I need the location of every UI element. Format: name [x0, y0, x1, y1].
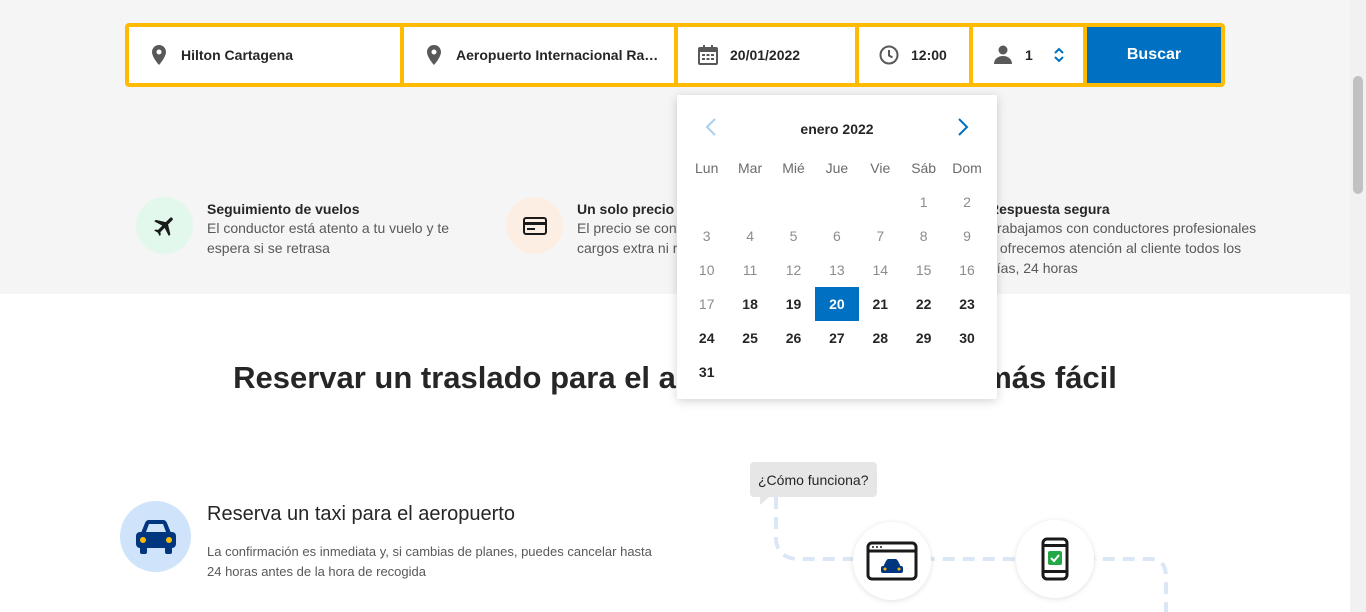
calendar-day[interactable]: 23 [945, 287, 988, 321]
time-value: 12:00 [911, 47, 947, 63]
calendar-empty-cell [772, 185, 815, 219]
calendar-day: 6 [832, 228, 841, 244]
weekday-header: Mar [738, 160, 763, 176]
plane-icon [136, 197, 193, 254]
booking-website-icon [853, 522, 931, 600]
clock-icon [879, 45, 899, 65]
scrollbar-thumb[interactable] [1353, 76, 1363, 194]
dropoff-location-value: Aeropuerto Internacional Rafael Núñez [456, 47, 662, 63]
date-field[interactable]: 20/01/2022 [678, 27, 855, 83]
date-picker-calendar: enero 2022 Lun Mar Mié Jue Vie Sáb Dom 1 2 3 4 5 6 7 8… [677, 95, 997, 399]
calendar-day: 16 [959, 262, 975, 278]
calendar-day: 9 [963, 228, 971, 244]
feature-description: Trabajamos con conductores profesionales… [989, 220, 1257, 276]
map-pin-icon [149, 45, 169, 65]
taxi-section-description: La confirmación es inmediata y, si cambi… [207, 544, 652, 579]
calendar-day: 14 [872, 262, 889, 278]
calendar-day[interactable]: 21 [859, 287, 902, 321]
calendar-day: 2 [963, 194, 971, 210]
calendar-day: 1 [919, 194, 928, 210]
calendar-empty-cell [728, 185, 771, 219]
dashed-path [774, 497, 1168, 612]
date-value: 20/01/2022 [730, 47, 801, 63]
feature-title: Seguimiento de vuelos [207, 201, 360, 217]
time-field[interactable]: 12:00 [859, 27, 969, 83]
weekday-header: Jue [825, 160, 849, 176]
taxi-icon [120, 501, 191, 572]
calendar-month-label: enero 2022 [800, 121, 874, 137]
calendar-day: 10 [698, 262, 715, 278]
calendar-day[interactable]: 31 [685, 355, 728, 389]
calendar-day: 5 [789, 228, 798, 244]
calendar-day: 3 [702, 228, 711, 244]
passengers-field[interactable]: 1 [973, 27, 1083, 83]
calendar-day: 4 [746, 228, 754, 244]
weekday-header: Dom [952, 160, 982, 176]
pickup-location-field[interactable]: Hilton Cartagena [129, 27, 400, 83]
person-icon [993, 45, 1013, 65]
calendar-day: 13 [829, 262, 845, 278]
next-month-button[interactable] [951, 115, 975, 139]
chevron-right-icon [958, 118, 969, 136]
page-heading: Reservar un traslado para el aeropuerto … [233, 360, 1117, 395]
how-it-works-bubble: ¿Cómo funciona? [750, 462, 877, 505]
dropoff-location-field[interactable]: Aeropuerto Internacional Rafael Núñez [404, 27, 674, 83]
feature-description: El conductor está atento a tu vuelo y te… [207, 220, 450, 256]
calendar-day: 12 [785, 262, 802, 278]
calendar-grid: Lun Mar Mié Jue Vie Sáb Dom 1 2 3 4 5 6 7 8 9 10 11 12 13 14… [685, 151, 989, 389]
taxi-section-title: Reserva un taxi para el aeropuerto [207, 503, 515, 525]
page-scrollbar[interactable] [1350, 0, 1366, 612]
calendar-day[interactable]: 28 [859, 321, 902, 355]
calendar-day-selected[interactable]: 20 [815, 287, 859, 321]
calendar-empty-cell [685, 185, 728, 219]
calendar-day[interactable]: 24 [685, 321, 728, 355]
calendar-day[interactable]: 26 [772, 321, 815, 355]
phone-confirmation-icon [1016, 520, 1094, 598]
calendar-day[interactable]: 18 [728, 287, 771, 321]
calendar-day[interactable]: 25 [728, 321, 771, 355]
calendar-day[interactable]: 27 [815, 321, 858, 355]
weekday-header: Mié [782, 160, 805, 176]
calendar-day: 17 [698, 296, 715, 312]
calendar-day[interactable]: 30 [945, 321, 988, 355]
up-down-chevron-icon[interactable] [1053, 46, 1065, 64]
passengers-value: 1 [1025, 47, 1033, 63]
weekday-header: Lun [695, 160, 719, 176]
weekday-header: Sáb [911, 160, 937, 176]
pickup-location-value: Hilton Cartagena [181, 47, 294, 63]
calendar-day: 7 [876, 228, 885, 244]
calendar-day: 8 [919, 228, 928, 244]
calendar-day: 11 [742, 262, 758, 278]
feature-flight-tracking: Seguimiento de vuelos El conductor está … [136, 197, 477, 258]
calendar-empty-cell [859, 185, 902, 219]
feature-title: Respuesta segura [989, 201, 1110, 217]
calendar-empty-cell [815, 185, 858, 219]
calendar-day[interactable]: 29 [902, 321, 945, 355]
calendar-day[interactable]: 22 [902, 287, 945, 321]
calendar-day[interactable]: 19 [772, 287, 815, 321]
map-pin-icon [424, 45, 444, 65]
calendar-icon [698, 45, 718, 65]
calendar-day: 15 [915, 262, 932, 278]
search-bar: Hilton Cartagena Aeropuerto Internaciona… [125, 23, 1225, 87]
search-button[interactable]: Buscar [1087, 27, 1221, 83]
credit-card-icon [506, 197, 563, 254]
weekday-header: Vie [870, 160, 891, 176]
